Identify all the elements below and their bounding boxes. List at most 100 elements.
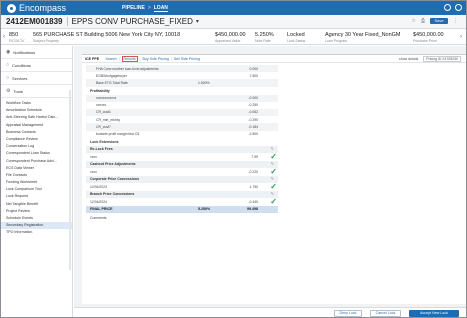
star-icon[interactable]: ☆ — [412, 18, 416, 24]
nav-pipeline[interactable]: PIPELINE — [122, 5, 145, 11]
sidebar-services[interactable]: ○ Services — [1, 72, 72, 85]
group-relock-fees: Re-Lock Fees ✎ — [86, 145, 278, 153]
section-profitability: Profitability — [90, 88, 110, 93]
edit-icon[interactable]: ✎ — [271, 176, 274, 181]
final-price-row: FINAL PRICE 5.250% 99.498 — [86, 205, 278, 213]
nav-loan[interactable]: LOAN — [153, 5, 168, 12]
edit-icon[interactable]: ✎ — [271, 191, 274, 196]
sidebar-item-lock-comparison-tool[interactable]: Lock Comparison Tool — [1, 186, 72, 193]
table-row: CR_cust1 -0.062 — [86, 108, 278, 117]
loan-name[interactable]: EPPS CONV PURCHASE_FIXED — [72, 17, 193, 26]
table-row: buckets profit margin test C5 -2.500 — [96, 132, 258, 136]
divider: | — [170, 56, 172, 61]
checkmark-icon: ✓ — [270, 196, 277, 206]
sidebar-notifications[interactable]: ◉ Notifications — [1, 46, 72, 59]
table-row: EGB/Mortgagebuyer 7.500 — [96, 73, 258, 78]
help-icon[interactable] — [444, 4, 451, 11]
sidebar-item-net-tangible-benefit[interactable]: Net Tangible Benefit — [1, 201, 72, 208]
sidebar-item-ecs-data-viewer[interactable]: ECS Data Viewer — [1, 165, 72, 172]
summary-note-rate: 5.250% Note Rate — [255, 32, 274, 43]
cancel-lock-button[interactable]: Cancel Lock — [370, 310, 401, 317]
bell-icon: ◉ — [6, 49, 11, 55]
table-row: CR_mte_mkhxy -0.290 — [96, 117, 258, 122]
sidebar-item-business-contacts[interactable]: Business Contacts — [1, 129, 72, 136]
sidebar-tools[interactable]: ⚙ Tools — [1, 85, 72, 98]
link-search[interactable]: Search — [105, 57, 116, 61]
chevron-down-icon[interactable]: ▾ — [196, 18, 199, 25]
app-top-bar: Encompass PIPELINE > LOAN — [1, 1, 466, 15]
checkmark-icon: ✓ — [270, 166, 277, 176]
divider: | — [118, 56, 120, 61]
group-corporate-concessions: Corporate Price Concessions ✎ — [86, 175, 278, 183]
table-row: CR_cust7 -0.184 — [86, 123, 278, 131]
loan-summary-strip: ‹ 850 FICO/LTV 565 PURCHASE ST Building 5… — [1, 30, 466, 45]
summary-loan-program: Agency 30 Year Fixed_NonGM Loan Program — [325, 32, 401, 43]
app-window: Encompass PIPELINE > LOAN 2412EM001839 E… — [0, 0, 467, 318]
sidebar-item-file-contacts[interactable]: File Contacts — [1, 172, 72, 179]
sidebar-item-correspondent-purchase[interactable]: Correspondent Purchase Advi... — [1, 158, 72, 165]
sidebar-item-amortization-schedule[interactable]: Amortization Schedule — [1, 107, 72, 114]
top-nav: PIPELINE > LOAN — [122, 5, 168, 12]
edit-icon[interactable]: ✎ — [271, 161, 274, 166]
sidebar-item-workflow-tasks[interactable]: Workflow Tasks — [1, 100, 72, 107]
sidebar-item-anti-steering[interactable]: Anti-Steering Safe Harbor Disc... — [1, 114, 72, 121]
edit-icon[interactable]: ✎ — [271, 146, 274, 151]
more-icon[interactable]: ⋮ — [453, 18, 458, 24]
tools-list: Workflow Tasks Amortization Schedule Ant… — [1, 98, 72, 237]
loan-number: 2412EM001839 — [6, 17, 63, 26]
sidebar-item-compliance-review[interactable]: Compliance Review — [1, 136, 72, 143]
brand: Encompass — [7, 3, 66, 13]
pricing-document: ICE PPE Search | Results | Buy Side Pric… — [82, 54, 466, 304]
section-lock-extensions: Lock Extensions — [90, 139, 119, 144]
pricing-id-field[interactable]: Pricing ID 24705230 — [423, 56, 461, 62]
document-header: ICE PPE Search | Results | Buy Side Pric… — [82, 55, 466, 63]
link-results[interactable]: Results — [121, 55, 138, 62]
left-sidebar: ◉ Notifications ○ Conditions ○ Services … — [1, 46, 73, 317]
table-row: FHA Conv number loan-level adjustments 0… — [86, 65, 278, 73]
print-icon[interactable]: ⎙ — [421, 18, 425, 24]
pricing-table: FHA Conv number loan-level adjustments 0… — [86, 65, 278, 220]
sidebar-item-conversation-log[interactable]: Conversation Log — [1, 143, 72, 150]
summary-purchase-price: $450,000.00 Purchase Price — [413, 32, 444, 43]
list-item: 12/04/2024 1.750 ✓ — [90, 181, 277, 191]
sidebar-item-correspondent-loan-status[interactable]: Correspondent Loan Status — [1, 150, 72, 157]
save-button[interactable]: Save — [430, 18, 448, 24]
divider: | — [139, 56, 141, 61]
accept-new-lock-button[interactable]: Accept New Lock — [409, 310, 459, 317]
document-header-right: show details Pricing ID 24705230 — [399, 56, 461, 62]
table-row: xxxxxxxxxxxx -0.000 — [86, 94, 278, 102]
loan-actions: ☆ ⎙ Save ⋮ — [412, 18, 458, 24]
deny-lock-button[interactable]: Deny Lock — [334, 310, 362, 317]
checkmark-icon: ✓ — [270, 181, 277, 191]
comments-label: Comments — [90, 215, 107, 220]
top-right-icons — [444, 4, 462, 11]
sidebar-item-secondary-registration[interactable]: Secondary Registration — [1, 222, 72, 230]
brand-name: Encompass — [19, 3, 67, 13]
nav-separator: > — [147, 5, 151, 11]
summary-lock-status: Locked Lock Status — [287, 32, 306, 43]
sidebar-item-schedule-events[interactable]: Schedule Events — [1, 215, 72, 222]
chevron-right-icon[interactable]: › — [460, 34, 462, 40]
divider — [66, 17, 68, 26]
list-item: xxxx 7.99 ✓ — [90, 151, 277, 161]
sidebar-item-tpo-information[interactable]: TPO Information — [1, 229, 72, 236]
sidebar-item-lock-request[interactable]: Lock Request — [1, 193, 72, 200]
table-row: Base ETG Total Rate 1.500% — [86, 79, 278, 87]
conditions-icon: ○ — [6, 62, 10, 68]
link-buy-side-pricing[interactable]: Buy Side Pricing — [142, 57, 168, 61]
sidebar-scrollbar[interactable] — [69, 90, 71, 270]
link-sell-side-pricing[interactable]: Sell Side Pricing — [174, 57, 200, 61]
services-icon: ○ — [6, 75, 10, 81]
sidebar-conditions[interactable]: ○ Conditions — [1, 59, 72, 72]
show-details-link[interactable]: show details — [399, 57, 418, 61]
summary-fico: 850 FICO/LTV — [9, 32, 25, 43]
chevron-left-icon[interactable]: ‹ — [3, 34, 5, 40]
user-icon[interactable] — [455, 4, 462, 11]
list-item: 12/04/2024 -0.440 ✓ — [90, 196, 277, 206]
group-cashout-adjustments: Cashout Price Adjustments ✎ — [86, 160, 278, 168]
sidebar-item-funding-worksheet[interactable]: Funding Worksheet — [1, 179, 72, 186]
sidebar-item-appraisal-management[interactable]: Appraisal Management — [1, 122, 72, 129]
sidebar-item-project-review[interactable]: Project Review — [1, 208, 72, 215]
checkmark-icon: ✓ — [270, 151, 277, 161]
encompass-logo-icon — [7, 3, 16, 13]
